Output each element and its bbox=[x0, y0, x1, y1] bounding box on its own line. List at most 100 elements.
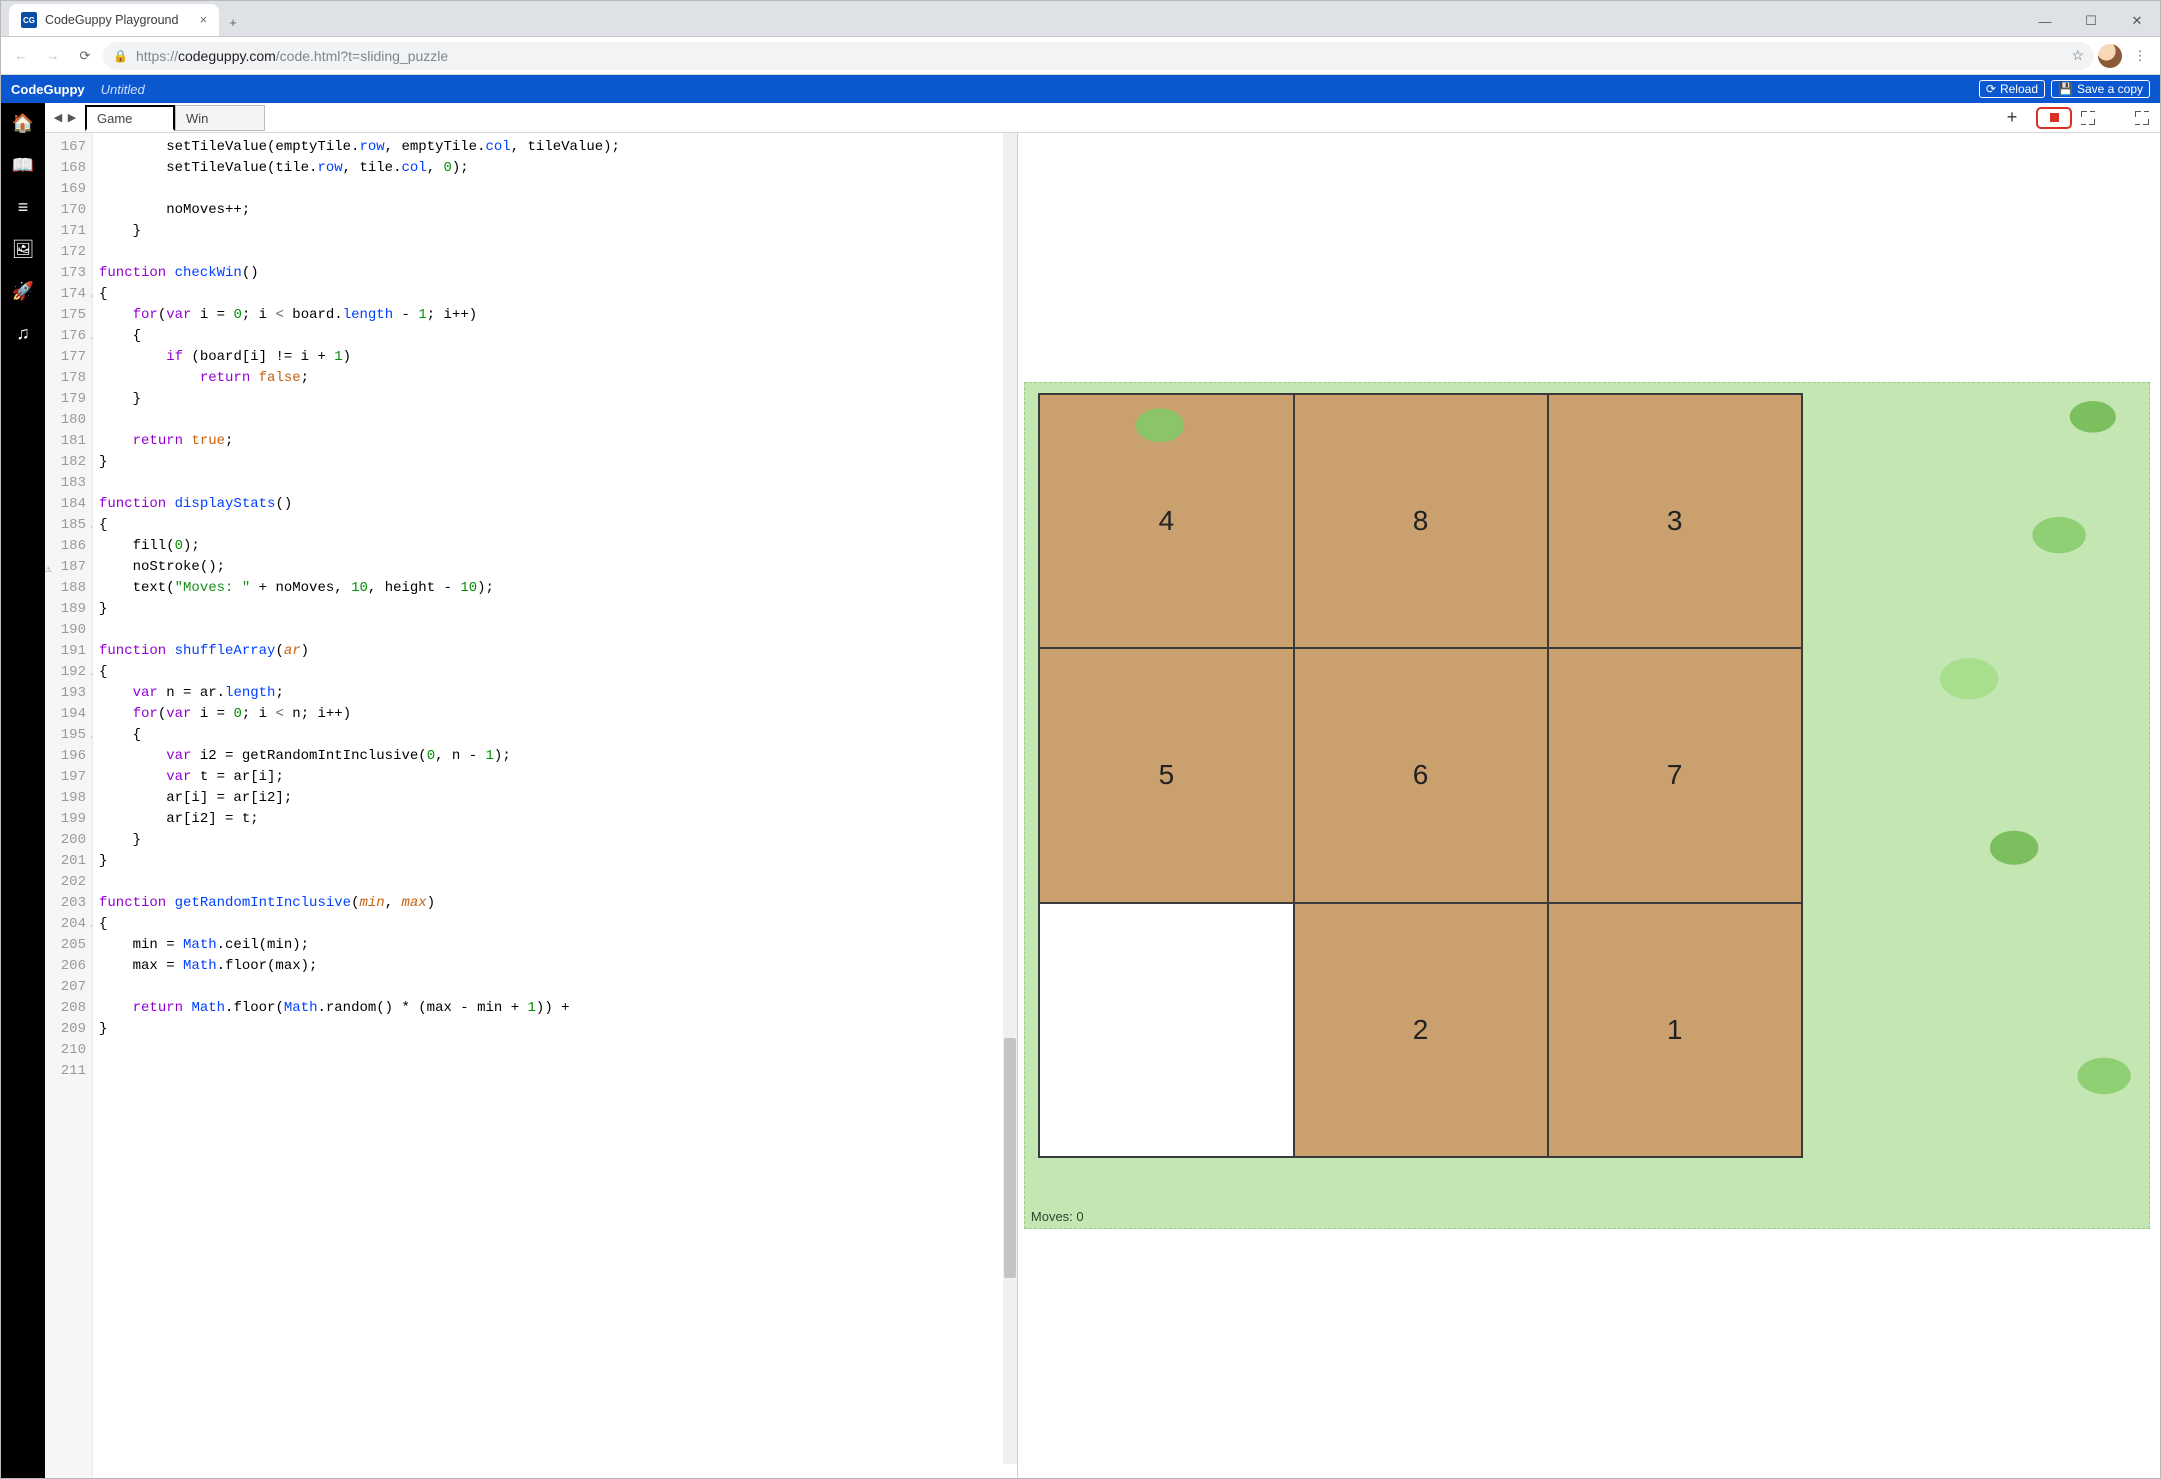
code-line[interactable]: } bbox=[99, 389, 1017, 410]
code-line[interactable]: function checkWin() bbox=[99, 263, 1017, 284]
tile-3[interactable]: 3 bbox=[1548, 394, 1802, 648]
code-line[interactable]: var i2 = getRandomIntInclusive(0, n - 1)… bbox=[99, 746, 1017, 767]
browser-menu-button[interactable]: ⋮ bbox=[2126, 42, 2154, 70]
window-minimize-button[interactable]: — bbox=[2022, 6, 2068, 36]
code-line[interactable]: var n = ar.length; bbox=[99, 683, 1017, 704]
code-line[interactable] bbox=[99, 872, 1017, 893]
scene-tab-win[interactable]: Win bbox=[175, 105, 265, 131]
code-line[interactable]: fill(0); bbox=[99, 536, 1017, 557]
code-line[interactable]: ar[i2] = t; bbox=[99, 809, 1017, 830]
home-icon[interactable]: 🏠 bbox=[11, 111, 35, 135]
code-line[interactable]: { bbox=[99, 914, 1017, 935]
code-line[interactable] bbox=[99, 1061, 1017, 1082]
gutter-line: 186 bbox=[47, 536, 86, 557]
bookmark-star-icon[interactable]: ☆ bbox=[2071, 47, 2084, 64]
window-close-button[interactable]: ✕ bbox=[2114, 6, 2160, 36]
add-scene-button[interactable]: + bbox=[1998, 103, 2026, 132]
code-line[interactable]: setTileValue(tile.row, tile.col, 0); bbox=[99, 158, 1017, 179]
code-line[interactable] bbox=[99, 473, 1017, 494]
code-line[interactable]: return true; bbox=[99, 431, 1017, 452]
game-canvas[interactable]: 48356721 Moves: 0 bbox=[1024, 382, 2150, 1229]
code-line[interactable]: return Math.floor(Math.random() * (max -… bbox=[99, 998, 1017, 1019]
scene-tab-game[interactable]: Game bbox=[85, 105, 175, 131]
code-line[interactable] bbox=[99, 242, 1017, 263]
empty-tile[interactable] bbox=[1039, 903, 1293, 1157]
code-line[interactable]: { bbox=[99, 515, 1017, 536]
nav-forward-button[interactable]: → bbox=[39, 42, 67, 70]
profile-avatar[interactable] bbox=[2098, 44, 2122, 68]
tile-5[interactable]: 5 bbox=[1039, 648, 1293, 902]
gutter-line: 203 bbox=[47, 893, 86, 914]
scene-next-button[interactable]: ▶ bbox=[65, 111, 79, 124]
save-icon: 💾 bbox=[2058, 82, 2073, 96]
menu-icon[interactable]: ≡ bbox=[11, 195, 35, 219]
lock-icon: 🔒 bbox=[113, 49, 128, 63]
window-maximize-button[interactable]: ☐ bbox=[2068, 6, 2114, 36]
code-line[interactable]: function getRandomIntInclusive(min, max) bbox=[99, 893, 1017, 914]
browser-tab-active[interactable]: CG CodeGuppy Playground × bbox=[9, 4, 219, 36]
tile-4[interactable]: 4 bbox=[1039, 394, 1293, 648]
rocket-icon[interactable]: 🚀 bbox=[11, 279, 35, 303]
code-line[interactable]: } bbox=[99, 851, 1017, 872]
code-line[interactable]: } bbox=[99, 830, 1017, 851]
gutter-line: 201 bbox=[47, 851, 86, 872]
reload-button[interactable]: ⟳ Reload bbox=[1979, 80, 2045, 98]
address-bar[interactable]: 🔒 https://codeguppy.com/code.html?t=slid… bbox=[103, 42, 2094, 70]
code-line[interactable]: noMoves++; bbox=[99, 200, 1017, 221]
tab-close-icon[interactable]: × bbox=[200, 13, 207, 27]
code-line[interactable]: { bbox=[99, 284, 1017, 305]
gutter-line: 195▾ bbox=[47, 725, 86, 746]
code-line[interactable]: { bbox=[99, 326, 1017, 347]
code-line[interactable]: text("Moves: " + noMoves, 10, height - 1… bbox=[99, 578, 1017, 599]
tile-8[interactable]: 8 bbox=[1294, 394, 1548, 648]
code-line[interactable] bbox=[99, 1040, 1017, 1061]
code-line[interactable] bbox=[99, 620, 1017, 641]
scene-prev-button[interactable]: ◀ bbox=[51, 111, 65, 124]
code-line[interactable]: ar[i] = ar[i2]; bbox=[99, 788, 1017, 809]
code-line[interactable]: } bbox=[99, 599, 1017, 620]
gutter-line: 182 bbox=[47, 452, 86, 473]
code-line[interactable]: noStroke(); bbox=[99, 557, 1017, 578]
project-name[interactable]: Untitled bbox=[101, 82, 145, 97]
code-line[interactable]: for(var i = 0; i < board.length - 1; i++… bbox=[99, 305, 1017, 326]
code-line[interactable]: function displayStats() bbox=[99, 494, 1017, 515]
brand-label[interactable]: CodeGuppy bbox=[11, 82, 85, 97]
code-area[interactable]: setTileValue(emptyTile.row, emptyTile.co… bbox=[93, 133, 1017, 1478]
code-line[interactable] bbox=[99, 179, 1017, 200]
tile-6[interactable]: 6 bbox=[1294, 648, 1548, 902]
browser-tab-title: CodeGuppy Playground bbox=[45, 13, 178, 27]
code-line[interactable] bbox=[99, 977, 1017, 998]
code-line[interactable]: } bbox=[99, 1019, 1017, 1040]
fullscreen-editor-button[interactable] bbox=[2080, 110, 2096, 126]
code-line[interactable]: } bbox=[99, 452, 1017, 473]
music-icon[interactable]: ♫ bbox=[11, 321, 35, 345]
nav-back-button[interactable]: ← bbox=[7, 42, 35, 70]
code-line[interactable]: { bbox=[99, 725, 1017, 746]
code-line[interactable]: if (board[i] != i + 1) bbox=[99, 347, 1017, 368]
code-line[interactable]: max = Math.floor(max); bbox=[99, 956, 1017, 977]
code-line[interactable]: function shuffleArray(ar) bbox=[99, 641, 1017, 662]
code-line[interactable]: var t = ar[i]; bbox=[99, 767, 1017, 788]
stop-button[interactable] bbox=[2036, 107, 2072, 129]
code-line[interactable]: min = Math.ceil(min); bbox=[99, 935, 1017, 956]
code-line[interactable]: setTileValue(emptyTile.row, emptyTile.co… bbox=[99, 137, 1017, 158]
nav-reload-button[interactable]: ⟳ bbox=[71, 42, 99, 70]
puzzle-board[interactable]: 483 56721 bbox=[1038, 393, 1802, 1157]
save-copy-button[interactable]: 💾 Save a copy bbox=[2051, 80, 2150, 98]
editor-scrollbar[interactable] bbox=[1003, 133, 1017, 1464]
tutorial-icon[interactable]: 📖 bbox=[11, 153, 35, 177]
fullscreen-output-button[interactable] bbox=[2134, 110, 2150, 126]
code-line[interactable]: { bbox=[99, 662, 1017, 683]
scrollbar-thumb[interactable] bbox=[1004, 1038, 1016, 1278]
tile-2[interactable]: 2 bbox=[1294, 903, 1548, 1157]
code-line[interactable]: return false; bbox=[99, 368, 1017, 389]
code-line[interactable]: for(var i = 0; i < n; i++) bbox=[99, 704, 1017, 725]
browser-tabstrip: CG CodeGuppy Playground × + — ☐ ✕ bbox=[1, 1, 2160, 37]
code-line[interactable] bbox=[99, 410, 1017, 431]
new-tab-button[interactable]: + bbox=[219, 8, 247, 36]
code-line[interactable]: } bbox=[99, 221, 1017, 242]
output-pane: 48356721 Moves: 0 bbox=[1018, 133, 2160, 1478]
tile-7[interactable]: 7 bbox=[1548, 648, 1802, 902]
sprites-icon[interactable]: 🖼 bbox=[11, 237, 35, 261]
tile-1[interactable]: 1 bbox=[1548, 903, 1802, 1157]
